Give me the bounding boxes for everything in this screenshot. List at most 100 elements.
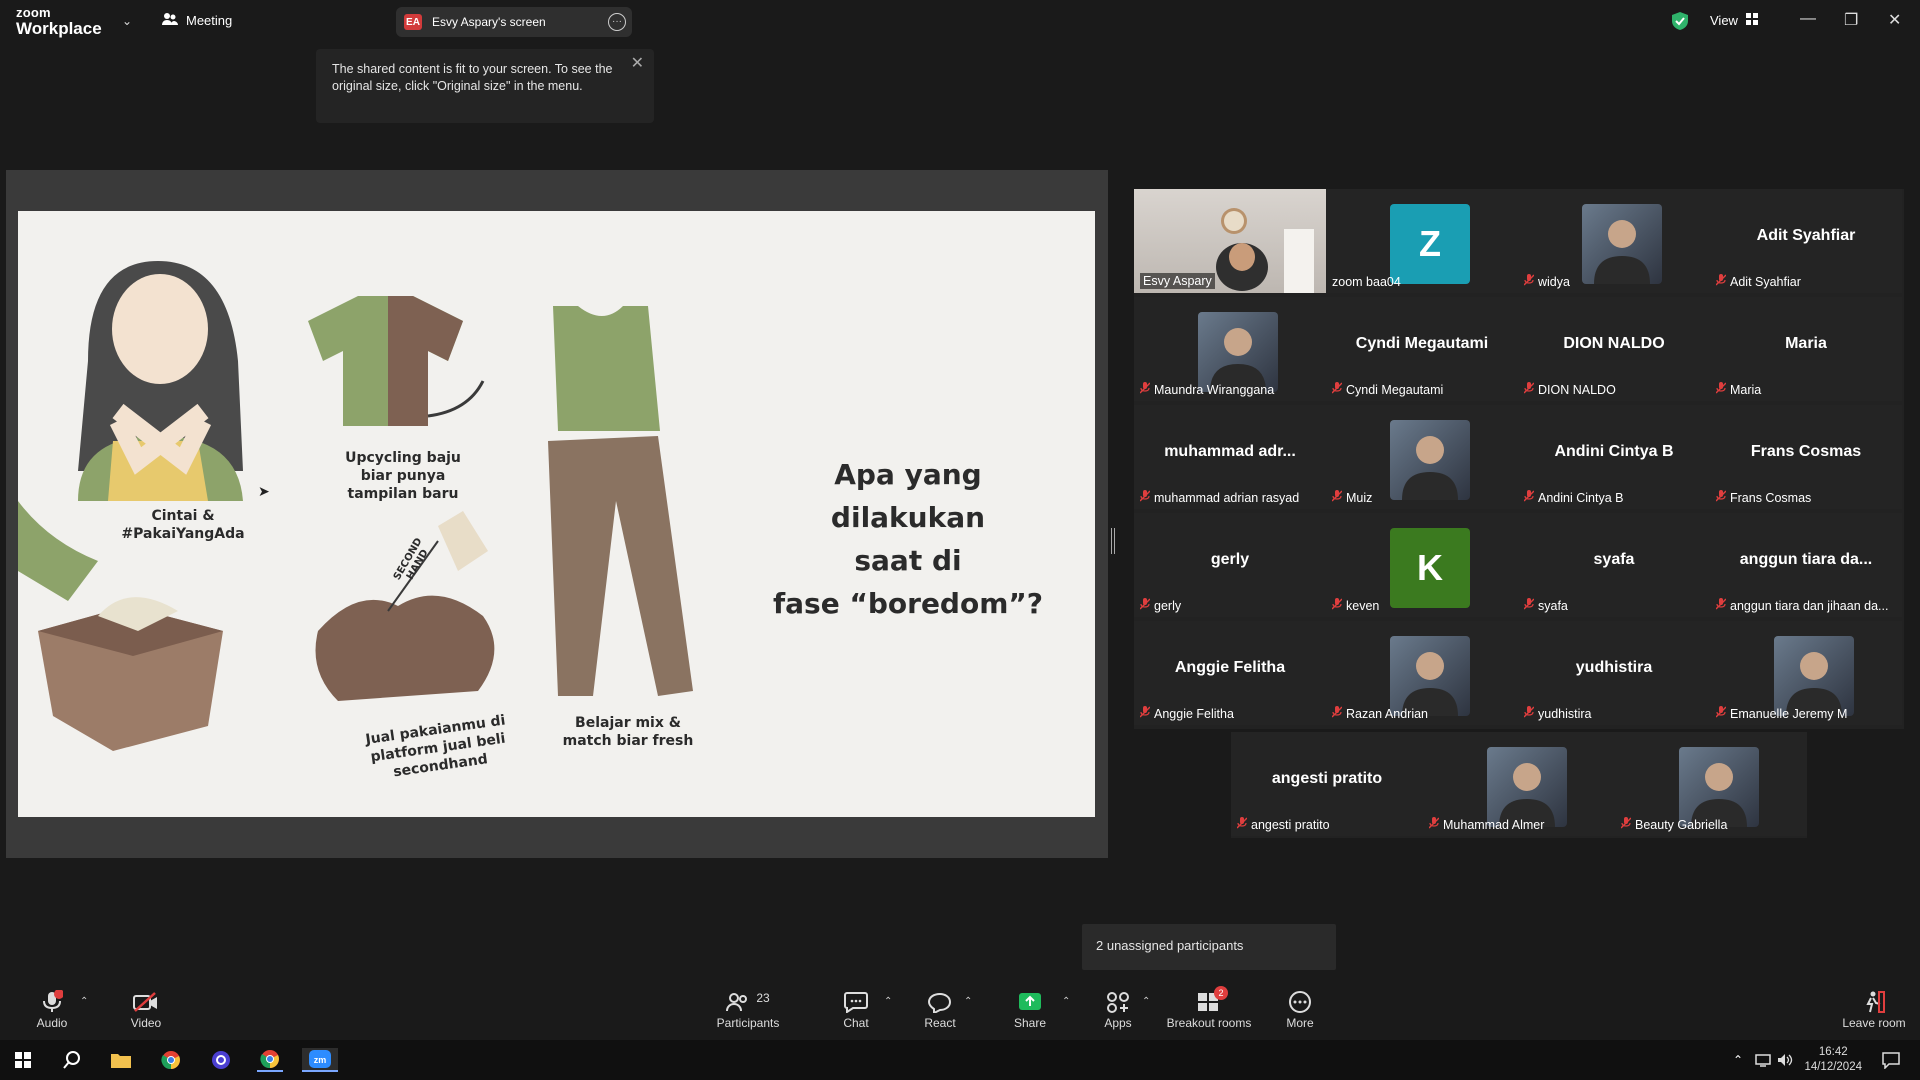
participant-name-label: Maundra Wiranggana: [1139, 382, 1274, 397]
audio-button[interactable]: Audio: [30, 988, 74, 1030]
apps-button[interactable]: Apps: [1100, 988, 1136, 1030]
mic-muted-icon: [1523, 706, 1535, 721]
share-title: Esvy Aspary's screen: [432, 15, 546, 29]
participant-name-label: muhammad adrian rasyad: [1139, 490, 1299, 505]
avatar: [1487, 747, 1567, 827]
mic-muted-icon: [1331, 490, 1343, 505]
participant-display-name: anggun tiara da...: [1739, 551, 1873, 568]
more-label: More: [1286, 1016, 1314, 1030]
clock-time: 16:42: [1818, 1046, 1848, 1058]
chrome-icon[interactable]: [257, 1048, 283, 1072]
participant-name-label: angesti pratito: [1236, 817, 1330, 832]
participant-name: angesti pratito: [1251, 817, 1330, 832]
avatar: [1774, 636, 1854, 716]
volume-icon[interactable]: [1772, 1048, 1798, 1072]
participant-tile[interactable]: angesti pratito angesti pratito: [1231, 732, 1423, 836]
participant-tile[interactable]: Maria Maria: [1710, 297, 1902, 401]
participant-tile[interactable]: Cyndi Megautami Cyndi Megautami: [1326, 297, 1518, 401]
participant-tile[interactable]: DION NALDO DION NALDO: [1518, 297, 1710, 401]
split-divider-handle[interactable]: [1111, 528, 1115, 554]
react-button[interactable]: React: [922, 988, 958, 1030]
participant-tile[interactable]: Zzoom baa04: [1326, 189, 1518, 293]
chrome-icon[interactable]: [158, 1048, 184, 1072]
participant-tile[interactable]: muhammad adr... muhammad adrian rasyad: [1134, 405, 1326, 509]
chevron-up-icon[interactable]: ⌃: [884, 996, 892, 1007]
share-indicator[interactable]: EA Esvy Aspary's screen ···: [396, 7, 632, 37]
participant-tile[interactable]: gerly gerly: [1134, 513, 1326, 617]
minimize-icon[interactable]: —: [1800, 10, 1816, 28]
participant-tile[interactable]: Muhammad Almer: [1423, 732, 1615, 836]
participant-tile[interactable]: Andini Cintya B Andini Cintya B: [1518, 405, 1710, 509]
close-icon[interactable]: ✕: [631, 55, 644, 72]
shared-slide: Cintai & #PakaiYangAda Upcycling baju bi…: [18, 211, 1095, 817]
breakout-rooms-button[interactable]: 2 Breakout rooms: [1166, 986, 1252, 1030]
participant-tile[interactable]: Frans Cosmas Frans Cosmas: [1710, 405, 1902, 509]
leave-room-button[interactable]: Leave room: [1836, 988, 1912, 1030]
participant-name: Muiz: [1346, 490, 1373, 505]
participant-name-label: widya: [1523, 274, 1570, 289]
restore-icon[interactable]: ❐: [1844, 10, 1858, 30]
avatar: Z: [1390, 204, 1470, 284]
participant-tile[interactable]: Muiz: [1326, 405, 1518, 509]
participant-name-label: Esvy Aspary: [1140, 273, 1215, 289]
video-button[interactable]: Video: [124, 988, 168, 1030]
participant-display-name: DION NALDO: [1563, 335, 1665, 352]
brand-top: zoom: [16, 5, 51, 20]
file-explorer-icon[interactable]: [108, 1048, 134, 1072]
participant-name-label: yudhistira: [1523, 706, 1592, 721]
slide-heading: Apa yang dilakukan saat di fase “boredom…: [758, 453, 1058, 625]
participant-tile[interactable]: Adit Syahfiar Adit Syahfiar: [1710, 189, 1902, 293]
shield-icon[interactable]: [1672, 12, 1688, 35]
participant-name-label: syafa: [1523, 598, 1568, 613]
participant-name-label: Cyndi Megautami: [1331, 382, 1443, 397]
view-button[interactable]: View: [1710, 13, 1758, 28]
mic-muted-icon: [1139, 382, 1151, 397]
share-button[interactable]: Share: [1012, 988, 1048, 1030]
taskbar-clock[interactable]: 16:42 14/12/2024: [1804, 1045, 1862, 1075]
chevron-down-icon[interactable]: ⌄: [122, 14, 132, 28]
chevron-up-icon[interactable]: ⌃: [80, 996, 88, 1007]
mic-muted-icon: [1139, 706, 1151, 721]
mic-muted-icon: [1139, 490, 1151, 505]
mic-muted-icon: [1331, 598, 1343, 613]
participant-tile[interactable]: Maundra Wiranggana: [1134, 297, 1326, 401]
close-icon[interactable]: ✕: [1888, 10, 1901, 30]
breakout-badge: 2: [1214, 986, 1228, 1000]
more-button[interactable]: More: [1282, 988, 1318, 1030]
chevron-up-icon[interactable]: ⌃: [964, 996, 972, 1007]
video-off-icon: [124, 988, 168, 1016]
zoom-app-icon[interactable]: zm: [302, 1048, 338, 1072]
participant-tile[interactable]: Kkeven: [1326, 513, 1518, 617]
participant-name-label: Muhammad Almer: [1428, 817, 1544, 832]
chat-button[interactable]: Chat: [838, 988, 874, 1030]
participant-tile[interactable]: widya: [1518, 189, 1710, 293]
participant-display-name: gerly: [1210, 551, 1250, 568]
participants-button[interactable]: 23 Participants: [712, 988, 784, 1030]
apps-icon: [1100, 988, 1136, 1016]
notifications-icon[interactable]: [1878, 1048, 1904, 1072]
participant-display-name: yudhistira: [1575, 659, 1653, 676]
participant-tile[interactable]: Anggie Felitha Anggie Felitha: [1134, 621, 1326, 725]
mic-muted-icon: [1715, 490, 1727, 505]
unassigned-participants-notice[interactable]: 2 unassigned participants: [1082, 924, 1336, 970]
windows-start-icon[interactable]: [10, 1048, 36, 1072]
participant-tile[interactable]: syafa syafa: [1518, 513, 1710, 617]
search-icon[interactable]: [59, 1048, 85, 1072]
participant-tile[interactable]: Razan Andrian: [1326, 621, 1518, 725]
chevron-up-icon[interactable]: ⌃: [1062, 996, 1070, 1007]
meeting-button[interactable]: Meeting: [162, 12, 232, 29]
browser-icon[interactable]: [208, 1048, 234, 1072]
tooltip-text: The shared content is fit to your screen…: [332, 62, 613, 93]
participant-tile[interactable]: Emanuelle Jeremy M: [1710, 621, 1902, 725]
chevron-up-icon[interactable]: ⌃: [1725, 1048, 1751, 1072]
participant-tile[interactable]: Esvy Aspary: [1134, 189, 1326, 293]
mic-muted-icon: [30, 988, 74, 1016]
participant-name-label: Razan Andrian: [1331, 706, 1428, 721]
participant-tile[interactable]: Beauty Gabriella: [1615, 732, 1807, 836]
more-options-icon[interactable]: ···: [608, 13, 626, 31]
people-icon: [162, 12, 178, 29]
participant-name: zoom baa04: [1332, 275, 1401, 289]
participant-tile[interactable]: yudhistira yudhistira: [1518, 621, 1710, 725]
participant-tile[interactable]: anggun tiara da... anggun tiara dan jihaa…: [1710, 513, 1902, 617]
chevron-up-icon[interactable]: ⌃: [1142, 996, 1150, 1007]
